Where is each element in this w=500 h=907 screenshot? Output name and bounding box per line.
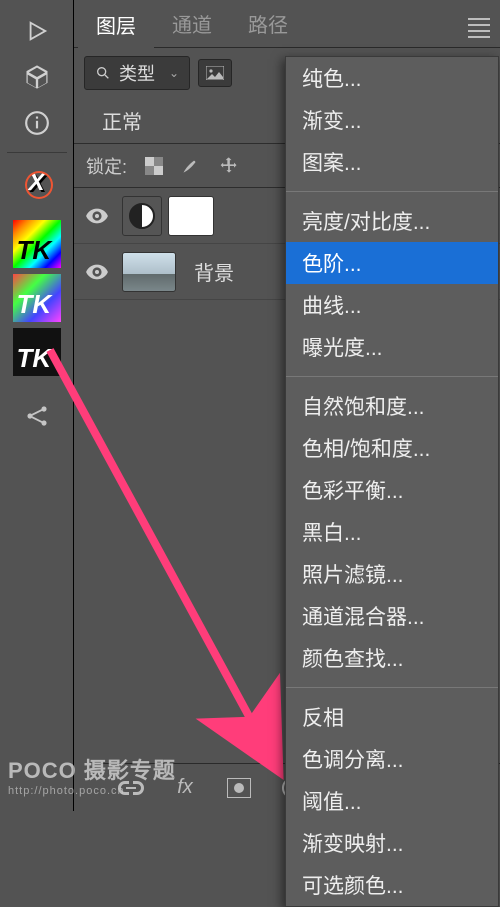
panel-menu-icon[interactable] [468,14,492,32]
tk-panel-3[interactable]: TK [13,328,61,376]
add-mask-button[interactable] [222,771,256,805]
menu-item[interactable]: 可选颜色... [286,864,498,906]
menu-item[interactable]: 色阶... [286,242,498,284]
share-tool[interactable] [12,395,62,437]
lock-brush-icon[interactable] [181,156,201,176]
image-icon [206,66,224,80]
layer-thumb [122,252,176,292]
menu-item[interactable]: 纯色... [286,57,498,99]
menu-item[interactable]: 渐变映射... [286,822,498,864]
menu-item[interactable]: 黑白... [286,511,498,553]
layer-mask-thumb[interactable] [168,196,214,236]
filter-pixel-layers[interactable] [198,59,232,87]
watermark-brand: POCO 摄影专题 [8,753,176,785]
blend-mode-select[interactable]: 正常 [90,106,142,135]
visibility-toggle[interactable] [84,264,110,280]
menu-item[interactable]: 反相 [286,696,498,738]
menu-item[interactable]: 通道混合器... [286,595,498,637]
left-toolbar: X TK TK TK [0,0,74,811]
tk-panel-1[interactable]: TK [13,220,61,268]
menu-item[interactable]: 色调分离... [286,738,498,780]
menu-divider [286,376,498,377]
lock-transparency-icon[interactable] [145,157,163,175]
watermark-url: http://photo.poco.cn [8,785,176,797]
menu-item[interactable]: 照片滤镜... [286,553,498,595]
delete-x-tool[interactable]: X [13,159,61,207]
cube-3d-tool[interactable] [12,56,62,98]
menu-item[interactable]: 曝光度... [286,326,498,368]
search-icon [95,65,111,81]
layer-name[interactable]: 背景 [194,257,234,286]
x-icon: X [28,169,44,197]
menu-item[interactable]: 曲线... [286,284,498,326]
chevron-down-icon: ⌄ [169,66,179,80]
tk-panel-2[interactable]: TK [13,274,61,322]
menu-divider [286,191,498,192]
adjustment-layer-menu: 纯色...渐变...图案... 亮度/对比度...色阶...曲线...曝光度...… [285,56,499,907]
play-tool[interactable] [12,10,62,52]
eye-icon [86,208,108,224]
menu-divider [286,687,498,688]
adjustment-thumb [122,196,162,236]
tab-paths[interactable]: 路径 [230,0,306,48]
tab-layers[interactable]: 图层 [78,0,154,49]
layer-filter-type[interactable]: 类型 ⌄ [84,56,190,90]
menu-item[interactable]: 渐变... [286,99,498,141]
eye-icon [86,264,108,280]
info-tool[interactable] [12,102,62,144]
menu-item[interactable]: 自然饱和度... [286,385,498,427]
menu-item[interactable]: 色相/饱和度... [286,427,498,469]
menu-item[interactable]: 亮度/对比度... [286,200,498,242]
menu-item[interactable]: 颜色查找... [286,637,498,679]
tab-channels[interactable]: 通道 [154,0,230,48]
menu-item[interactable]: 色彩平衡... [286,469,498,511]
visibility-toggle[interactable] [84,208,110,224]
lock-move-icon[interactable] [219,156,239,176]
watermark: POCO 摄影专题 http://photo.poco.cn [8,753,176,797]
menu-item[interactable]: 阈值... [286,780,498,822]
menu-item[interactable]: 图案... [286,141,498,183]
adjust-icon [129,203,155,229]
filter-type-label: 类型 [119,60,155,86]
separator [7,152,67,153]
lock-label: 锁定: [86,153,127,179]
panel-tabs: 图层 通道 路径 [74,0,500,48]
